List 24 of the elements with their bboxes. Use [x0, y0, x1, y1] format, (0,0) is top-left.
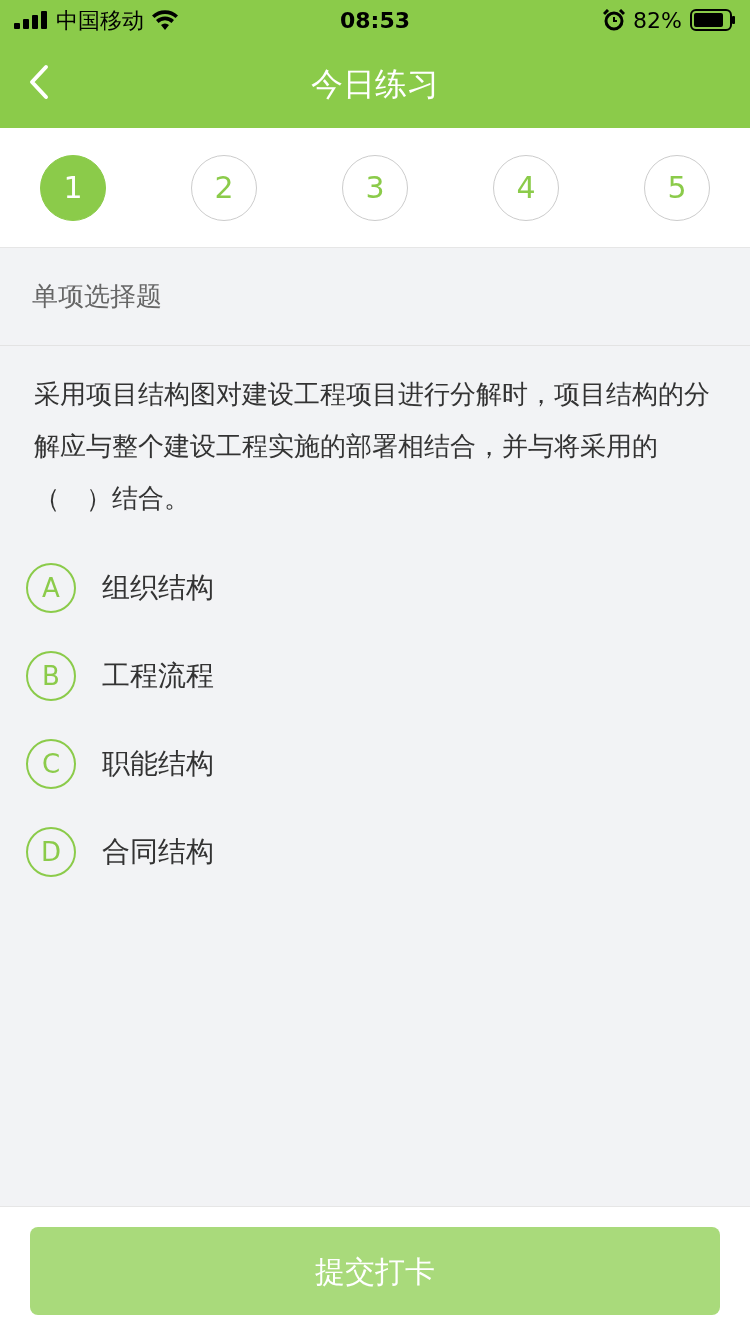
option-letter[interactable]: B — [26, 651, 76, 701]
question-number-tab[interactable]: 3 — [342, 154, 408, 221]
option-text[interactable]: 工程流程 — [102, 655, 214, 697]
signal-icon — [14, 11, 48, 29]
question-number-tab[interactable]: 5 — [644, 154, 710, 221]
page-title: 今日练习 — [311, 64, 439, 105]
option-text[interactable]: 职能结构 — [102, 743, 214, 785]
clock-time: 08:53 — [340, 6, 410, 35]
option-letter[interactable]: D — [26, 827, 76, 877]
option-letter[interactable]: A — [26, 563, 76, 613]
carrier-name: 中国移动 — [56, 6, 144, 35]
option-text[interactable]: 组织结构 — [102, 567, 214, 609]
battery-icon — [690, 9, 736, 31]
question-number-tab[interactable]: 2 — [191, 154, 257, 221]
wifi-icon — [152, 10, 178, 30]
question-type: 单项选择题 — [0, 248, 750, 346]
back-icon[interactable] — [28, 64, 50, 100]
question-number-tab[interactable]: 4 — [493, 154, 559, 221]
option-letter[interactable]: C — [26, 739, 76, 789]
question-text: 采用项目结构图对建设工程项目进行分解时，项目结构的分解应与整个建设工程实施的部署相结合，并与将采用的（ ）结合。 — [33, 378, 711, 515]
alarm-icon — [603, 9, 626, 31]
battery-percent: 82% — [633, 6, 682, 35]
option-text[interactable]: 合同结构 — [102, 831, 214, 873]
question-number-tab[interactable]: 1 — [40, 154, 106, 221]
